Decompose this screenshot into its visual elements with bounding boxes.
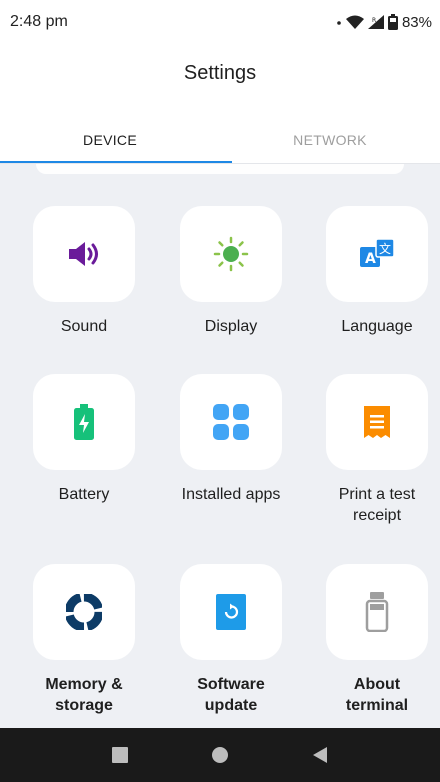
tile-label: Installed apps [181,486,281,503]
tile-label: Sound [60,318,108,335]
back-triangle-icon [313,747,327,763]
tile-label: Software update [197,676,265,714]
tile-label: Battery [58,486,110,503]
tab-bar: DEVICE NETWORK [0,122,440,164]
home-button[interactable] [200,735,240,775]
speaker-icon [69,242,98,266]
tile-installed-apps[interactable]: Installed apps [176,374,286,505]
status-bar: 2:48 pm R 83% [0,0,440,44]
tile-icon-box [180,564,282,660]
tile-icon-box [180,374,282,470]
translate-icon: A 文 [360,238,395,267]
tab-network[interactable]: NETWORK [220,122,440,164]
tile-icon-box [33,374,135,470]
tile-label: Memory & storage [45,676,123,714]
home-circle-icon [212,747,228,763]
scroll-edge [36,164,404,174]
tile-icon-box [180,206,282,302]
svg-text:A: A [365,251,376,267]
tile-label: About terminal [345,676,409,714]
tile-label: Language [341,318,413,335]
back-button[interactable] [300,735,340,775]
settings-grid: Sound Display A 文 Language Battery Insta… [0,164,440,728]
battery-status-icon [387,14,398,30]
receipt-icon [364,406,390,438]
tile-label: Print a test receipt [338,486,416,524]
tile-display[interactable]: Display [176,206,286,337]
apps-grid-icon [213,404,249,440]
tile-label: Display [204,318,258,335]
signal-dot-icon [337,21,341,25]
tile-software-update[interactable]: Software update [176,564,286,716]
svg-text:文: 文 [379,241,391,256]
tile-print-test-receipt[interactable]: Print a test receipt [322,374,432,526]
cell-signal-icon: R [367,15,384,29]
sun-icon [213,236,249,272]
recents-square-icon [112,747,128,763]
battery-icon [74,404,94,440]
tile-language[interactable]: A 文 Language [322,206,432,337]
tile-icon-box [326,374,428,470]
wifi-icon [345,15,364,29]
tab-device[interactable]: DEVICE [0,122,220,164]
tile-sound[interactable]: Sound [29,206,139,337]
tile-memory-storage[interactable]: Memory & storage [29,564,139,716]
recents-button[interactable] [100,735,140,775]
status-time: 2:48 pm [10,13,68,30]
terminal-device-icon [365,592,389,632]
tile-about-terminal[interactable]: About terminal [322,564,432,716]
system-navigation-bar [0,728,440,782]
status-icons: R 83% [336,14,432,31]
settings-header: Settings DEVICE NETWORK [0,44,440,162]
page-title: Settings [183,62,257,84]
tile-battery[interactable]: Battery [29,374,139,505]
tile-icon-box [33,206,135,302]
tile-icon-box [33,564,135,660]
svg-text:R: R [372,17,376,24]
storage-pie-icon [66,594,102,630]
tile-icon-box [326,564,428,660]
battery-percent: 83% [401,13,432,31]
update-icon [216,594,246,630]
tile-icon-box: A 文 [326,206,428,302]
